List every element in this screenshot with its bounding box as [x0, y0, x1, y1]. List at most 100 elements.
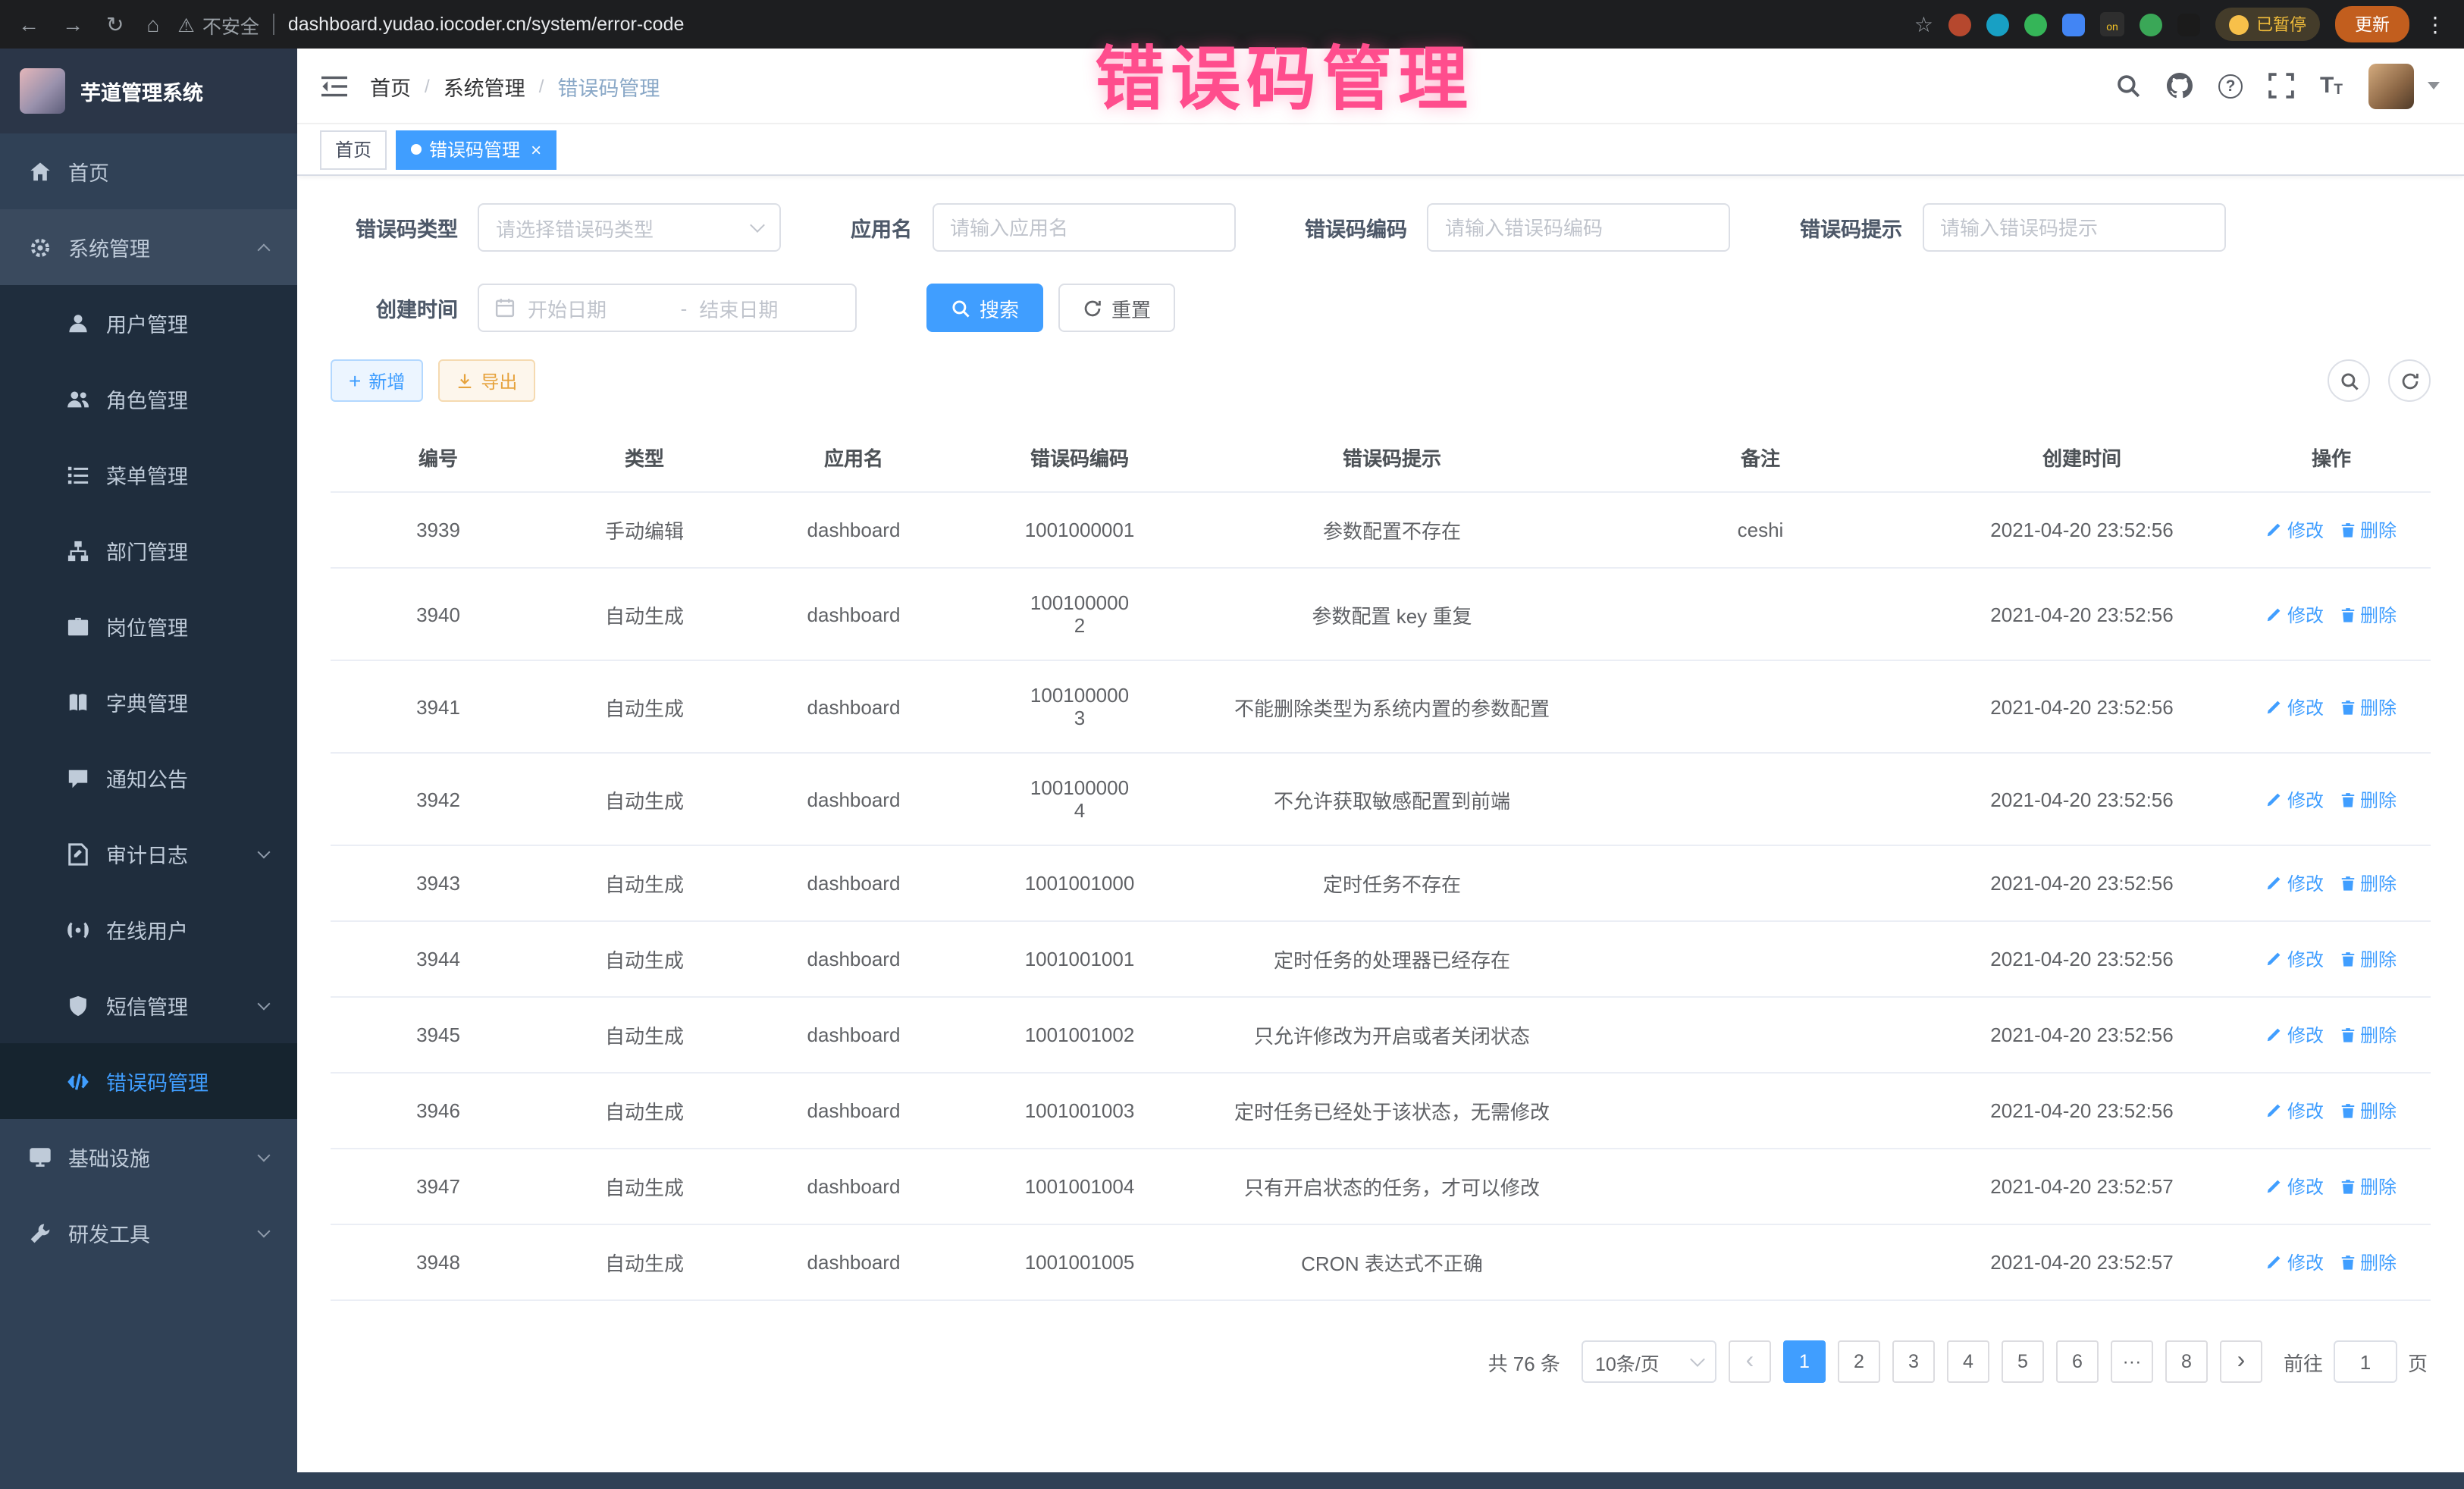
forward-icon[interactable]: →	[62, 14, 83, 35]
delete-link[interactable]: 删除	[2339, 1022, 2397, 1048]
delete-link[interactable]: 删除	[2339, 1098, 2397, 1124]
delete-link[interactable]: 删除	[2339, 694, 2397, 719]
browser-menu-icon[interactable]: ⋮	[2425, 11, 2446, 37]
cell-app: dashboard	[743, 1073, 964, 1149]
delete-link[interactable]: 删除	[2339, 786, 2397, 812]
breadcrumb-system[interactable]: 系统管理	[444, 71, 525, 101]
edit-link[interactable]: 修改	[2266, 1249, 2324, 1275]
sidebar-item-notice[interactable]: 通知公告	[0, 740, 297, 816]
sidebar-item-user-management[interactable]: 用户管理	[0, 285, 297, 361]
delete-link[interactable]: 删除	[2339, 946, 2397, 972]
prev-page-button[interactable]: ‹	[1729, 1340, 1771, 1383]
edit-link[interactable]: 修改	[2266, 694, 2324, 719]
sidebar-item-audit-log[interactable]: 审计日志	[0, 816, 297, 892]
error-type-select[interactable]: 请选择错误码类型	[478, 203, 781, 252]
sidebar-item-post-management[interactable]: 岗位管理	[0, 588, 297, 664]
edit-link[interactable]: 修改	[2266, 786, 2324, 812]
tag-error-code[interactable]: 错误码管理 ×	[396, 130, 556, 169]
edit-link[interactable]: 修改	[2266, 1174, 2324, 1199]
delete-link[interactable]: 删除	[2339, 601, 2397, 627]
update-browser-button[interactable]: 更新	[2335, 6, 2409, 42]
page-button-3[interactable]: 3	[1892, 1340, 1935, 1383]
error-hint-input[interactable]	[1922, 203, 2225, 252]
caret-down-icon[interactable]	[2428, 82, 2440, 89]
sidebar-item-role-management[interactable]: 角色管理	[0, 361, 297, 437]
help-icon[interactable]: ?	[2218, 74, 2243, 98]
extension-icon-red[interactable]	[1948, 13, 1971, 36]
extension-icon-tampermonkey[interactable]	[2177, 13, 2200, 36]
refresh-table-button[interactable]	[2388, 359, 2431, 402]
url-text[interactable]: dashboard.yudao.iocoder.cn/system/error-…	[288, 14, 685, 35]
page-button-2[interactable]: 2	[1838, 1340, 1880, 1383]
address-bar[interactable]: ⚠ 不安全 dashboard.yudao.iocoder.cn/system/…	[177, 10, 1895, 39]
search-icon[interactable]	[2115, 73, 2141, 99]
sidebar-item-menu-management[interactable]: 菜单管理	[0, 437, 297, 513]
page-button-8[interactable]: 8	[2165, 1340, 2208, 1383]
sidebar-item-system-management[interactable]: 系统管理	[0, 209, 297, 285]
edit-link[interactable]: 修改	[2266, 601, 2324, 627]
sidebar-item-online-users[interactable]: 在线用户	[0, 892, 297, 967]
extension-icon-teal[interactable]	[1986, 13, 2009, 36]
tag-home[interactable]: 首页	[320, 130, 387, 169]
add-button[interactable]: + 新增	[331, 359, 423, 402]
sidebar-item-dict-management[interactable]: 字典管理	[0, 664, 297, 740]
font-size-icon[interactable]: TT	[2320, 74, 2343, 97]
user-avatar[interactable]	[2368, 63, 2414, 108]
delete-link[interactable]: 删除	[2339, 517, 2397, 543]
sidebar-item-dev-tools[interactable]: 研发工具	[0, 1195, 297, 1271]
delete-link[interactable]: 删除	[2339, 1249, 2397, 1275]
cell-app: dashboard	[743, 660, 964, 753]
cell-id: 3941	[331, 660, 546, 753]
page-button-1[interactable]: 1	[1783, 1340, 1826, 1383]
github-icon[interactable]	[2167, 73, 2193, 99]
sidebar-fold-icon[interactable]	[321, 75, 347, 96]
sidebar-item-error-code-management[interactable]: 错误码管理	[0, 1043, 297, 1119]
error-code-input[interactable]	[1427, 203, 1730, 252]
page-size-select[interactable]: 10条/页	[1582, 1340, 1716, 1383]
cell-hint: 不允许获取敏感配置到前端	[1195, 753, 1589, 845]
delete-link[interactable]: 删除	[2339, 1174, 2397, 1199]
not-secure-badge[interactable]: ⚠ 不安全	[177, 10, 259, 39]
refresh-icon	[1083, 298, 1102, 318]
sidebar-item-department-management[interactable]: 部门管理	[0, 513, 297, 588]
export-button[interactable]: 导出	[438, 359, 535, 402]
sidebar-item-home[interactable]: 首页	[0, 133, 297, 209]
extension-icon-on-badge[interactable]: on	[2100, 12, 2124, 36]
back-icon[interactable]: ←	[18, 14, 39, 35]
home-nav-icon[interactable]: ⌂	[146, 14, 159, 35]
extension-icon-blue-grid[interactable]	[2062, 13, 2085, 36]
page-button-6[interactable]: 6	[2056, 1340, 2099, 1383]
edit-link[interactable]: 修改	[2266, 517, 2324, 543]
delete-link[interactable]: 删除	[2339, 870, 2397, 896]
paused-profile-badge[interactable]: 已暂停	[2215, 8, 2320, 41]
edit-link[interactable]: 修改	[2266, 870, 2324, 896]
cell-time: 2021-04-20 23:52:56	[1932, 660, 2232, 753]
fullscreen-icon[interactable]	[2268, 73, 2294, 99]
bookmark-star-icon[interactable]: ☆	[1914, 11, 1933, 37]
page-button-5[interactable]: 5	[2002, 1340, 2044, 1383]
sidebar-logo-row: 芋道管理系统	[0, 49, 297, 133]
reload-icon[interactable]: ↻	[106, 14, 124, 35]
more-pages-button[interactable]: ···	[2111, 1340, 2153, 1383]
edit-link[interactable]: 修改	[2266, 1022, 2324, 1048]
page-button-4[interactable]: 4	[1947, 1340, 1989, 1383]
extension-icon-green-check[interactable]	[2024, 13, 2047, 36]
app-title: 芋道管理系统	[80, 76, 203, 106]
cell-code: 1001001002	[964, 997, 1195, 1073]
edit-link[interactable]: 修改	[2266, 1098, 2324, 1124]
breadcrumb-home[interactable]: 首页	[370, 71, 411, 101]
extension-icon-green-leaf[interactable]	[2140, 13, 2162, 36]
cell-code: 100100000 2	[964, 568, 1195, 660]
search-button[interactable]: 搜索	[926, 284, 1043, 332]
date-range-picker[interactable]: 开始日期 - 结束日期	[478, 284, 857, 332]
edit-link[interactable]: 修改	[2266, 946, 2324, 972]
close-icon[interactable]: ×	[531, 140, 541, 158]
sidebar-item-sms-management[interactable]: 短信管理	[0, 967, 297, 1043]
toggle-search-button[interactable]	[2328, 359, 2370, 402]
next-page-button[interactable]: ›	[2220, 1340, 2262, 1383]
app-name-input[interactable]	[932, 203, 1235, 252]
sidebar-item-infrastructure[interactable]: 基础设施	[0, 1119, 297, 1195]
reset-button[interactable]: 重置	[1058, 284, 1175, 332]
goto-page-input[interactable]	[2334, 1340, 2397, 1383]
cell-time: 2021-04-20 23:52:57	[1932, 1149, 2232, 1224]
